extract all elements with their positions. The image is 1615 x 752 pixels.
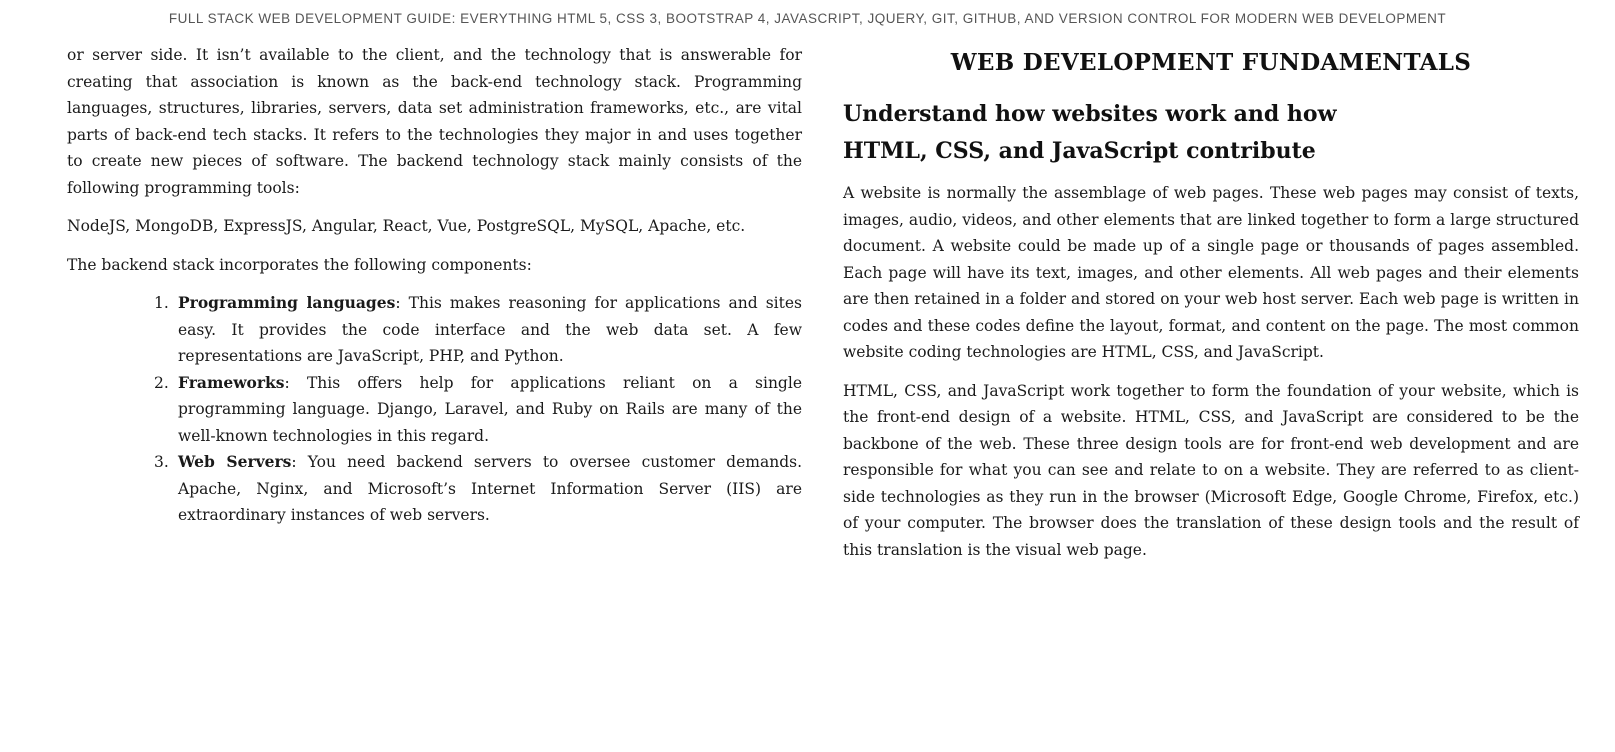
list-item-term: Frameworks	[178, 372, 285, 392]
subsection-title: Understand how websites work and how HTM…	[843, 101, 1337, 164]
running-header: FULL STACK WEB DEVELOPMENT GUIDE: EVERYT…	[168, 11, 1447, 26]
body-paragraph: A website is normally the assemblage of …	[843, 184, 1579, 361]
intro-paragraph: or server side. It isn’t available to th…	[67, 46, 802, 197]
section-title: WEB DEVELOPMENT FUNDAMENTALS	[950, 49, 1472, 76]
list-item: 1. Programming languages: This makes rea…	[154, 290, 802, 370]
list-item-number: 1.	[154, 294, 169, 312]
list-item: 3. Web Servers: You need backend servers…	[154, 449, 802, 529]
components-list: 1. Programming languages: This makes rea…	[67, 290, 802, 529]
list-item-term: Web Servers	[178, 452, 292, 471]
left-column: or server side. It isn’t available to th…	[67, 42, 802, 541]
list-item-term: Programming languages	[178, 293, 396, 312]
components-intro: The backend stack incorporates the follo…	[67, 255, 532, 274]
list-item: 2. Frameworks: This offers help for appl…	[154, 370, 802, 450]
list-item-number: 2.	[154, 373, 169, 392]
body-paragraph: HTML, CSS, and JavaScript work together …	[843, 381, 1579, 559]
backend-tools-line: NodeJS, MongoDB, ExpressJS, Angular, Rea…	[67, 217, 746, 235]
list-item-number: 3.	[154, 453, 169, 471]
right-column: WEB DEVELOPMENT FUNDAMENTALS Understand …	[843, 46, 1579, 575]
